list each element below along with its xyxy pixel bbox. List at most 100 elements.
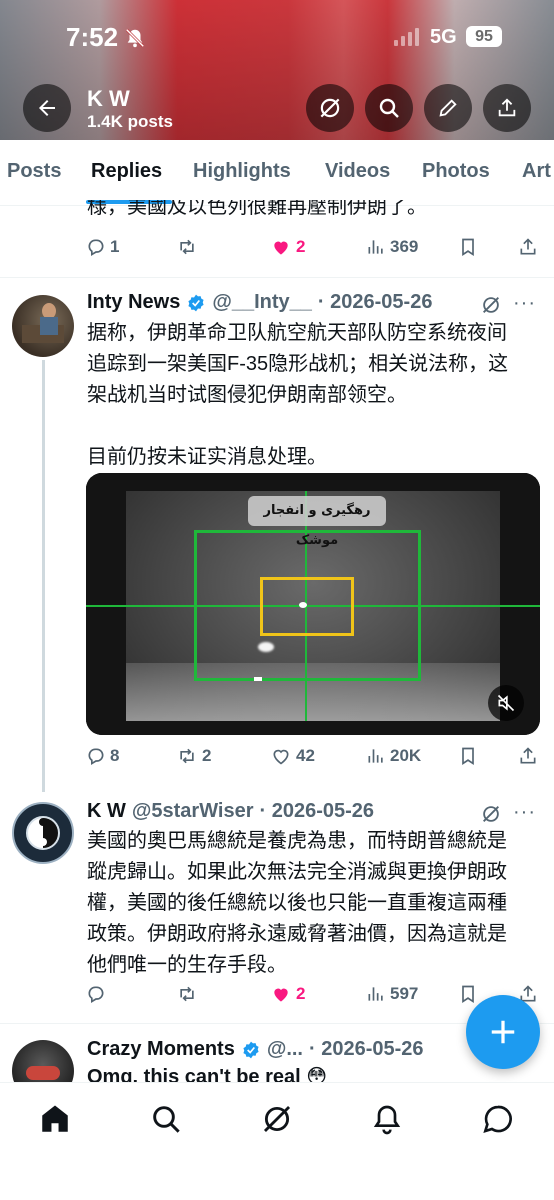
tab-replies[interactable]: Replies bbox=[91, 160, 162, 183]
bell-icon bbox=[373, 1105, 401, 1135]
search-button[interactable] bbox=[365, 84, 413, 132]
more-options-icon[interactable]: ··· bbox=[513, 801, 536, 824]
views-icon bbox=[368, 987, 383, 1001]
nav-grok[interactable] bbox=[259, 1101, 295, 1137]
nav-search[interactable] bbox=[148, 1101, 184, 1137]
profile-banner bbox=[0, 0, 554, 140]
bookmark-icon bbox=[462, 985, 474, 1004]
tweet-text: 美國的奧巴馬總統是養虎為患，而特朗普總統是 蹤虎歸山。如果此次無法完全消滅與更換… bbox=[87, 830, 507, 976]
avatar[interactable] bbox=[12, 295, 74, 357]
reply-icon bbox=[88, 748, 104, 765]
heart-filled-icon bbox=[274, 988, 288, 1002]
tab-posts[interactable]: Posts bbox=[7, 160, 61, 183]
author-handle[interactable]: @5starWiser bbox=[132, 800, 254, 823]
like-button[interactable]: 2 bbox=[270, 237, 305, 257]
view-count: 20K bbox=[390, 746, 422, 765]
tweet-date[interactable]: · 2026-05-26 bbox=[309, 1038, 424, 1061]
edit-button[interactable] bbox=[424, 84, 472, 132]
repost-button[interactable] bbox=[176, 984, 202, 1004]
bookmark-button[interactable] bbox=[458, 984, 478, 1004]
repost-button[interactable]: 2 bbox=[176, 746, 211, 766]
author-handle[interactable]: @... bbox=[267, 1038, 303, 1061]
views-icon bbox=[368, 749, 383, 763]
arrow-left-icon bbox=[39, 100, 55, 116]
bookmark-icon bbox=[462, 238, 474, 257]
tweet-video[interactable]: رهگیری و انفجار موشک bbox=[86, 473, 540, 735]
view-count: 369 bbox=[390, 237, 419, 256]
bell-off-icon bbox=[125, 28, 145, 48]
plus-icon bbox=[491, 1020, 515, 1044]
author-name[interactable]: K W bbox=[87, 800, 126, 823]
battery-indicator: 95 bbox=[466, 26, 502, 47]
reply-icon bbox=[88, 239, 104, 256]
reply-count: 8 bbox=[110, 746, 120, 765]
like-count: 2 bbox=[296, 237, 306, 256]
home-icon bbox=[42, 1105, 68, 1132]
reply-button[interactable] bbox=[86, 984, 110, 1004]
share-button[interactable] bbox=[483, 84, 531, 132]
tweet-actions: 2 597 bbox=[86, 984, 538, 1012]
grok-icon[interactable] bbox=[480, 294, 502, 316]
avatar[interactable] bbox=[12, 802, 74, 864]
repost-count: 2 bbox=[202, 746, 212, 765]
tab-articles[interactable]: Art bbox=[522, 160, 551, 183]
thread-line bbox=[42, 360, 45, 792]
share-tweet-button[interactable] bbox=[518, 237, 538, 257]
tweet-date[interactable]: · 2026-05-26 bbox=[318, 291, 433, 314]
reply-button[interactable]: 8 bbox=[86, 746, 119, 766]
tab-videos[interactable]: Videos bbox=[325, 160, 390, 183]
like-button[interactable]: 2 bbox=[270, 984, 305, 1004]
tweet-actions: 8 2 42 20K bbox=[86, 746, 538, 774]
profile-post-count: 1.4K posts bbox=[87, 112, 173, 131]
repost-icon bbox=[180, 239, 194, 255]
author-name[interactable]: Inty News bbox=[87, 291, 180, 314]
tab-highlights[interactable]: Highlights bbox=[193, 160, 291, 183]
search-icon bbox=[153, 1106, 180, 1133]
repost-icon bbox=[180, 986, 194, 1002]
share-icon bbox=[520, 238, 536, 255]
mute-button[interactable] bbox=[488, 685, 524, 721]
target-box bbox=[260, 577, 354, 636]
grok-icon bbox=[263, 1105, 291, 1133]
grok-button[interactable] bbox=[306, 84, 354, 132]
more-options-icon[interactable]: ··· bbox=[513, 292, 536, 315]
verified-badge-icon bbox=[243, 1041, 259, 1058]
grok-icon[interactable] bbox=[480, 803, 502, 825]
pencil-icon bbox=[439, 99, 457, 117]
divider bbox=[0, 277, 554, 278]
share-tweet-button[interactable] bbox=[518, 746, 538, 766]
reply-button[interactable]: 1 bbox=[86, 237, 119, 257]
profile-tabs: Posts Replies Highlights Videos Photos A… bbox=[0, 140, 554, 206]
nav-home[interactable] bbox=[37, 1101, 73, 1137]
view-count: 597 bbox=[390, 984, 419, 1003]
bookmark-button[interactable] bbox=[458, 746, 478, 766]
tweet-text: 様，美國及以色列很難再壓制伊朗了。 bbox=[87, 200, 427, 218]
author-name[interactable]: Crazy Moments bbox=[87, 1038, 235, 1061]
tweet-text: 据称，伊朗革命卫队航空航天部队防空系统夜间 追踪到一架美国F-35隐形战机；相关… bbox=[87, 322, 509, 468]
reply-count: 1 bbox=[110, 237, 120, 256]
compose-button[interactable] bbox=[466, 995, 540, 1069]
network-label: 5G bbox=[430, 26, 457, 48]
verified-badge-icon bbox=[188, 294, 204, 311]
author-handle[interactable]: @__Inty__ bbox=[212, 291, 312, 314]
bookmark-button[interactable] bbox=[458, 237, 478, 257]
tweet-date[interactable]: · 2026-05-26 bbox=[260, 800, 375, 823]
like-count: 2 bbox=[296, 984, 306, 1003]
tab-photos[interactable]: Photos bbox=[422, 160, 490, 183]
repost-button[interactable] bbox=[176, 237, 202, 257]
bookmark-icon bbox=[462, 747, 474, 766]
search-icon bbox=[379, 98, 399, 118]
nav-messages[interactable] bbox=[480, 1101, 516, 1137]
tweet-header: Inty News @__Inty__ · 2026-05-26 bbox=[87, 291, 432, 314]
video-caption: رهگیری و انفجار موشک bbox=[248, 496, 386, 548]
views-icon bbox=[368, 240, 383, 254]
views-button[interactable]: 597 bbox=[366, 984, 418, 1004]
views-button[interactable]: 20K bbox=[366, 746, 421, 766]
like-button[interactable]: 42 bbox=[270, 746, 315, 766]
tweet-actions: 1 2 369 bbox=[86, 237, 538, 265]
heart-icon bbox=[273, 749, 289, 765]
back-button[interactable] bbox=[23, 84, 71, 132]
views-button[interactable]: 369 bbox=[366, 237, 418, 257]
tweet-header: Crazy Moments @... · 2026-05-26 bbox=[87, 1038, 424, 1061]
nav-notifications[interactable] bbox=[369, 1101, 405, 1137]
